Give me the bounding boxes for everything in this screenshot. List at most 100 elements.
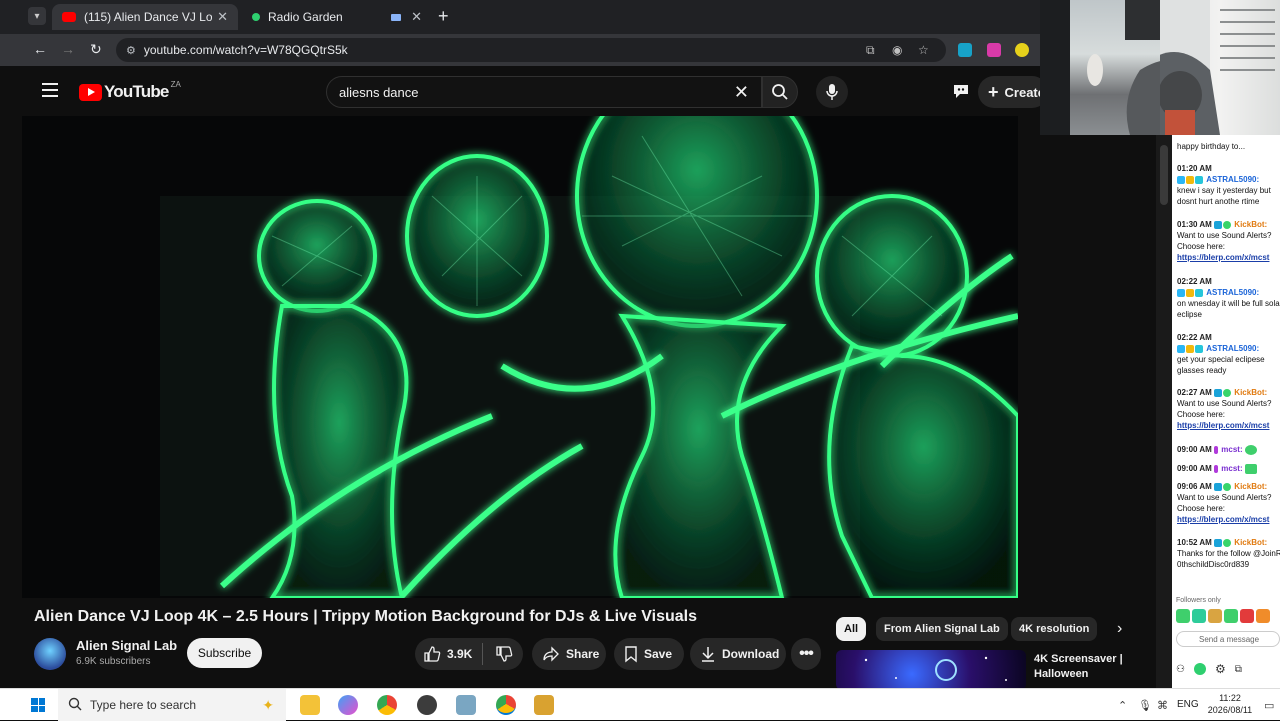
extension-icon[interactable] — [958, 43, 972, 57]
chip-from-channel[interactable]: From Alien Signal Lab — [876, 617, 1008, 641]
chat-user[interactable]: ASTRAL5090: — [1206, 175, 1259, 184]
badge-icon — [1177, 344, 1185, 353]
tab-search-button[interactable]: ▾ — [28, 7, 46, 25]
save-button[interactable]: Save — [614, 638, 684, 670]
chat-user[interactable]: mcst: — [1221, 445, 1242, 454]
settings-gear-icon[interactable]: ⚙ — [1215, 662, 1226, 676]
language-indicator[interactable]: ENG — [1177, 699, 1199, 710]
snipping-tool-icon[interactable] — [456, 695, 476, 715]
url-text: youtube.com/watch?v=W78QGQtrS5k — [143, 43, 348, 57]
chat-link[interactable]: https://blerp.com/x/mcst — [1177, 252, 1280, 263]
share-button[interactable]: Share — [532, 638, 606, 670]
chip-all[interactable]: All — [836, 617, 867, 641]
chat-user[interactable]: mcst: — [1221, 464, 1242, 473]
tray-chevron-icon[interactable]: ⌃ — [1118, 699, 1127, 712]
thumbs-down-icon[interactable] — [495, 645, 513, 663]
video-player[interactable] — [22, 116, 1018, 598]
chat-user[interactable]: KickBot: — [1234, 388, 1267, 397]
taskbar-search-box[interactable]: Type here to search ✦ — [58, 689, 286, 721]
recommended-title[interactable]: 4K Screensaver | Halloween — [1034, 652, 1134, 682]
chat-link[interactable]: https://blerp.com/x/mcst — [1177, 514, 1280, 525]
close-tab-icon[interactable]: ✕ — [217, 9, 228, 25]
chat-user[interactable]: ASTRAL5090: — [1206, 344, 1259, 353]
voice-search-button[interactable] — [816, 76, 848, 108]
forward-icon[interactable]: → — [61, 41, 75, 57]
chrome-icon[interactable] — [377, 695, 397, 715]
like-button[interactable]: 3.9K — [423, 645, 472, 663]
windows-taskbar: Type here to search ✦ ⌃ 🎙 ⌘ ENG 11:22 20… — [0, 688, 1280, 721]
close-tab-icon[interactable]: ✕ — [411, 9, 422, 25]
badge-icon — [1195, 175, 1203, 184]
channel-name[interactable]: Alien Signal Lab — [76, 638, 177, 653]
like-count: 3.9K — [447, 647, 473, 661]
video-title: Alien Dance VJ Loop 4K – 2.5 Hours | Tri… — [34, 608, 697, 625]
file-explorer-icon[interactable] — [300, 695, 320, 715]
app-icon[interactable] — [534, 695, 554, 715]
youtube-play-icon — [79, 83, 102, 101]
emote-icon[interactable] — [1256, 609, 1270, 623]
extension-icon[interactable] — [987, 43, 1001, 57]
tab-youtube[interactable]: (115) Alien Dance VJ Loop 4K - ✕ — [52, 4, 238, 30]
windows-start-icon[interactable] — [31, 698, 45, 712]
address-bar[interactable]: ⚙ youtube.com/watch?v=W78QGQtrS5k — [116, 38, 946, 62]
emote-icon[interactable] — [1192, 609, 1206, 623]
emote-icon[interactable] — [1240, 609, 1254, 623]
install-app-icon[interactable]: ⧉ — [866, 43, 875, 58]
taskbar-clock[interactable]: 11:22 2026/08/11 — [1206, 692, 1254, 716]
new-tab-button[interactable]: + — [438, 6, 449, 27]
chat-text: get your special eclipese glasses ready — [1177, 355, 1265, 375]
chrome-active-icon[interactable] — [496, 695, 516, 715]
like-dislike-group: 3.9K — [415, 638, 523, 670]
chat-user[interactable]: KickBot: — [1234, 538, 1267, 547]
search-button[interactable] — [762, 76, 798, 108]
chat-user[interactable]: KickBot: — [1234, 220, 1267, 229]
recommended-thumbnail[interactable] — [836, 650, 1026, 690]
notification-icon[interactable]: ▭ — [1264, 699, 1274, 712]
app-icon[interactable] — [417, 695, 437, 715]
clear-search-icon[interactable]: ✕ — [734, 82, 749, 103]
chat-time: 09:00 AM — [1177, 464, 1212, 473]
chat-user[interactable]: ASTRAL5090: — [1206, 288, 1259, 297]
emote-icon[interactable] — [1208, 609, 1222, 623]
emote-bar — [1176, 609, 1280, 623]
more-actions-button[interactable]: ••• — [791, 638, 821, 670]
chat-message-input[interactable]: Send a message — [1176, 631, 1280, 647]
chat-time: 02:22 AM — [1177, 277, 1212, 286]
search-query: aliesns dance — [339, 84, 419, 100]
back-icon[interactable]: ← — [33, 41, 47, 57]
share-arrow-icon — [543, 646, 559, 662]
tab-radio-garden[interactable]: Radio Garden ✕ — [242, 4, 432, 30]
bot-badge-icon — [1214, 538, 1223, 547]
kick-icon[interactable] — [1193, 663, 1206, 675]
chat-link[interactable]: https://blerp.com/x/mcst — [1177, 420, 1280, 431]
chat-message: 09:00 AM mcst: — [1177, 444, 1280, 455]
menu-icon[interactable] — [42, 83, 58, 97]
users-icon[interactable]: ⚇ — [1176, 664, 1185, 675]
badge-icon — [1214, 445, 1219, 454]
extension-icon[interactable] — [1015, 43, 1029, 57]
badge-icon — [1177, 175, 1185, 184]
search-input[interactable]: aliesns dance ✕ — [326, 76, 762, 108]
download-button[interactable]: Download — [690, 638, 786, 670]
emote-icon[interactable] — [1176, 609, 1190, 623]
site-info-icon[interactable]: ⚙ — [126, 44, 136, 57]
microphone-tray-icon[interactable]: 🎙 — [1138, 699, 1152, 712]
tracking-eye-icon[interactable]: ◉ — [892, 43, 902, 57]
popout-icon[interactable]: ⧉ — [1235, 664, 1242, 675]
subscribe-button[interactable]: Subscribe — [187, 638, 262, 668]
page-scrollbar[interactable] — [1156, 135, 1172, 688]
bookmark-star-icon[interactable]: ☆ — [918, 43, 929, 57]
chevron-right-icon[interactable]: › — [1117, 620, 1122, 638]
reload-icon[interactable]: ↻ — [90, 41, 102, 58]
ai-chat-icon[interactable] — [952, 82, 970, 100]
channel-avatar[interactable] — [34, 638, 66, 670]
chat-user[interactable]: KickBot: — [1234, 482, 1267, 491]
emote-icon[interactable] — [1224, 609, 1238, 623]
chip-4k-resolution[interactable]: 4K resolution — [1011, 617, 1098, 641]
copilot-icon[interactable] — [338, 695, 358, 715]
youtube-logo[interactable]: YouTube ZA — [79, 80, 181, 102]
scrollbar-thumb[interactable] — [1160, 145, 1168, 205]
network-icon[interactable]: ⌘ — [1157, 699, 1168, 712]
create-button[interactable]: + Create — [978, 76, 1048, 108]
logo-text: YouTube — [104, 82, 169, 101]
